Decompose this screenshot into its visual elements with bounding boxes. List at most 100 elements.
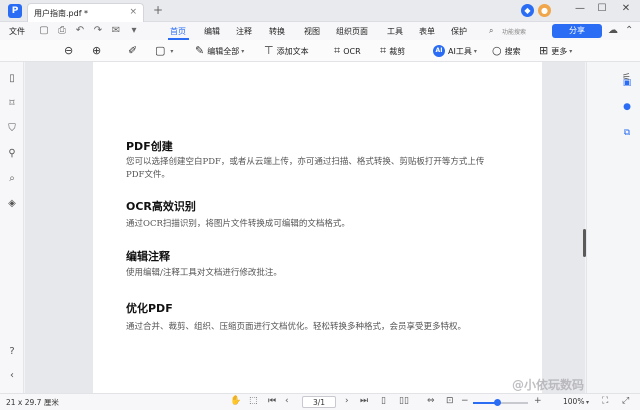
tab-home[interactable]: 首页 <box>170 26 186 37</box>
chevron-down-icon: ▾ <box>170 47 174 55</box>
status-bar: 21 x 29.7 厘米 ✋ ⬚ ⏮ ‹ 3/1 › ⏭ ▯ ▯▯ ⇔ ⊡ − … <box>0 393 640 410</box>
zoom-in-button[interactable]: ⊕ <box>92 44 104 58</box>
help-icon[interactable]: ? <box>5 345 19 359</box>
close-tab-icon[interactable]: × <box>129 7 137 17</box>
tab-protect[interactable]: 保护 <box>451 26 467 37</box>
watermark: @小依玩数码 <box>512 378 585 392</box>
new-tab-button[interactable]: + <box>153 4 163 16</box>
shield-icon[interactable]: ⛉ <box>5 122 19 136</box>
tab-annotate[interactable]: 注释 <box>236 26 252 37</box>
fit-width-icon[interactable]: ⇔ <box>427 396 435 406</box>
crop-button[interactable]: ⌗ 裁剪 <box>380 44 405 58</box>
open-file-icon[interactable]: ▢ <box>38 25 50 37</box>
zoom-slider-handle[interactable] <box>494 399 502 406</box>
search-feature-icon[interactable]: ⌕ <box>489 26 493 36</box>
fullscreen-icon[interactable]: ⛶ <box>602 396 608 406</box>
ai-tools-button[interactable]: AI AI工具 ▾ <box>433 44 477 58</box>
thumbnails-icon[interactable]: ▯ <box>5 72 19 86</box>
customize-quick-access-icon[interactable]: ▾ <box>128 25 140 37</box>
tab-edit[interactable]: 编辑 <box>204 26 220 37</box>
collapse-ribbon-icon[interactable]: ⌃ <box>625 25 633 36</box>
zoom-in-icon: ⊕ <box>92 44 102 57</box>
document-tab[interactable]: 用户指南.pdf * × <box>27 3 144 22</box>
collapse-left-icon[interactable]: ‹ <box>5 369 19 383</box>
right-sidebar: ▣ ● ⧉ <box>586 62 640 393</box>
highlight-button[interactable]: ✐ <box>128 44 140 58</box>
undo-icon[interactable]: ↶ <box>74 25 86 37</box>
tab-forms[interactable]: 表单 <box>419 26 435 37</box>
rectangle-icon: ▢ <box>155 44 166 57</box>
chevron-down-icon: ▾ <box>569 47 573 55</box>
two-page-view-icon[interactable]: ▯▯ <box>399 396 409 406</box>
previous-page-icon[interactable]: ‹ <box>285 396 289 406</box>
crop-icon: ⌗ <box>380 44 387 57</box>
search-icon[interactable]: ⌕ <box>5 172 19 186</box>
bookmark-icon[interactable]: ⌑ <box>5 97 19 111</box>
settings-sliders-icon[interactable]: ⚟ <box>622 72 631 83</box>
search-button[interactable]: ○ 搜索 <box>492 44 521 58</box>
tab-organize-pages[interactable]: 组织页面 <box>336 26 368 37</box>
section-body: 您可以选择创建空白PDF，或者从云端上传，亦可通过扫描、格式转换、剪贴板打开等方… <box>126 157 485 180</box>
add-text-button[interactable]: ⊤ 添加文本 <box>264 44 309 58</box>
zoom-slider[interactable] <box>473 399 528 406</box>
maximize-button[interactable]: ☐ <box>595 3 609 14</box>
select-tool-icon[interactable]: ⬚ <box>249 396 258 406</box>
ai-tools-label: AI工具 <box>448 46 472 56</box>
ocr-button[interactable]: ⌗ OCR <box>334 44 361 58</box>
tab-view[interactable]: 视图 <box>304 26 320 37</box>
left-sidebar: ▯ ⌑ ⛉ ⚲ ⌕ ◈ ? ‹ <box>0 62 24 393</box>
user-avatar[interactable]: ● <box>538 4 551 17</box>
expand-icon[interactable]: ⤢ <box>622 396 629 406</box>
section-heading: OCR高效识别 <box>126 200 196 213</box>
fit-page-icon[interactable]: ⊡ <box>446 396 454 406</box>
search-feature-label[interactable]: 功能搜索 <box>502 27 526 36</box>
chevron-down-icon: ▾ <box>473 47 477 55</box>
zoom-out-icon: ⊖ <box>64 44 74 57</box>
attachment-icon[interactable]: ⚲ <box>5 147 19 161</box>
zoom-dropdown-icon[interactable]: ▾ <box>586 399 589 406</box>
zoom-in-icon[interactable]: + <box>534 396 542 406</box>
app-logo-icon[interactable]: P <box>8 4 22 18</box>
tab-convert[interactable]: 转换 <box>269 26 285 37</box>
minimize-button[interactable]: — <box>573 3 587 14</box>
zoom-out-button[interactable]: ⊖ <box>64 44 76 58</box>
share-button[interactable]: 分享 <box>552 24 602 38</box>
layers-icon[interactable]: ◈ <box>5 197 19 211</box>
document-tab-title: 用户指南.pdf * <box>34 9 89 18</box>
first-page-icon[interactable]: ⏮ <box>268 396 276 406</box>
last-page-icon[interactable]: ⏭ <box>360 396 368 406</box>
edit-all-button[interactable]: ✎ 编辑全部 ▾ <box>195 44 244 58</box>
ocr-icon: ⌗ <box>334 44 341 57</box>
print-icon[interactable]: ⎙ <box>56 25 68 37</box>
pdf-page[interactable]: PDF创建 您可以选择创建空白PDF，或者从云端上传，亦可通过扫描、格式转换、剪… <box>93 62 542 393</box>
section-body: 使用编辑/注释工具对文档进行修改批注。 <box>126 268 282 278</box>
zoom-level[interactable]: 100% <box>563 397 584 406</box>
hand-tool-icon[interactable]: ✋ <box>230 396 241 406</box>
tab-tools[interactable]: 工具 <box>387 26 403 37</box>
more-button[interactable]: ⊞ 更多 ▾ <box>539 44 572 58</box>
ai-assistant-icon[interactable]: ● <box>620 100 634 114</box>
email-icon[interactable]: ✉ <box>110 25 122 37</box>
edit-all-label: 编辑全部 <box>207 46 240 56</box>
next-page-icon[interactable]: › <box>345 396 349 406</box>
shape-button[interactable]: ▢ ▾ <box>155 44 173 58</box>
grid-icon: ⊞ <box>539 44 549 57</box>
more-label: 更多 <box>551 46 568 56</box>
pdf-app-icon[interactable]: ◆ <box>521 4 534 17</box>
section-body: 通过OCR扫描识别，将图片文件转换成可编辑的文档格式。 <box>126 219 350 229</box>
highlighter-icon: ✐ <box>128 44 138 57</box>
page-size-label: 21 x 29.7 厘米 <box>6 398 59 407</box>
zoom-out-icon[interactable]: − <box>461 396 469 406</box>
cloud-icon[interactable]: ☁ <box>608 25 618 36</box>
page-number-input[interactable]: 3/1 <box>302 396 336 408</box>
redo-icon[interactable]: ↷ <box>92 25 104 37</box>
translate-icon[interactable]: ⧉ <box>620 126 634 140</box>
section-body: 通过合并、裁剪、组织、压缩页面进行文档优化。轻松转换多种格式，会员享受更多特权。 <box>126 322 467 332</box>
menu-file[interactable]: 文件 <box>9 26 25 37</box>
title-bar: P 用户指南.pdf * × + ◆ ● — ☐ ✕ <box>0 0 640 22</box>
section-heading: PDF创建 <box>126 140 173 153</box>
search-icon: ○ <box>492 44 502 57</box>
single-page-view-icon[interactable]: ▯ <box>381 396 386 406</box>
close-window-button[interactable]: ✕ <box>619 3 633 14</box>
edit-icon: ✎ <box>195 44 205 57</box>
